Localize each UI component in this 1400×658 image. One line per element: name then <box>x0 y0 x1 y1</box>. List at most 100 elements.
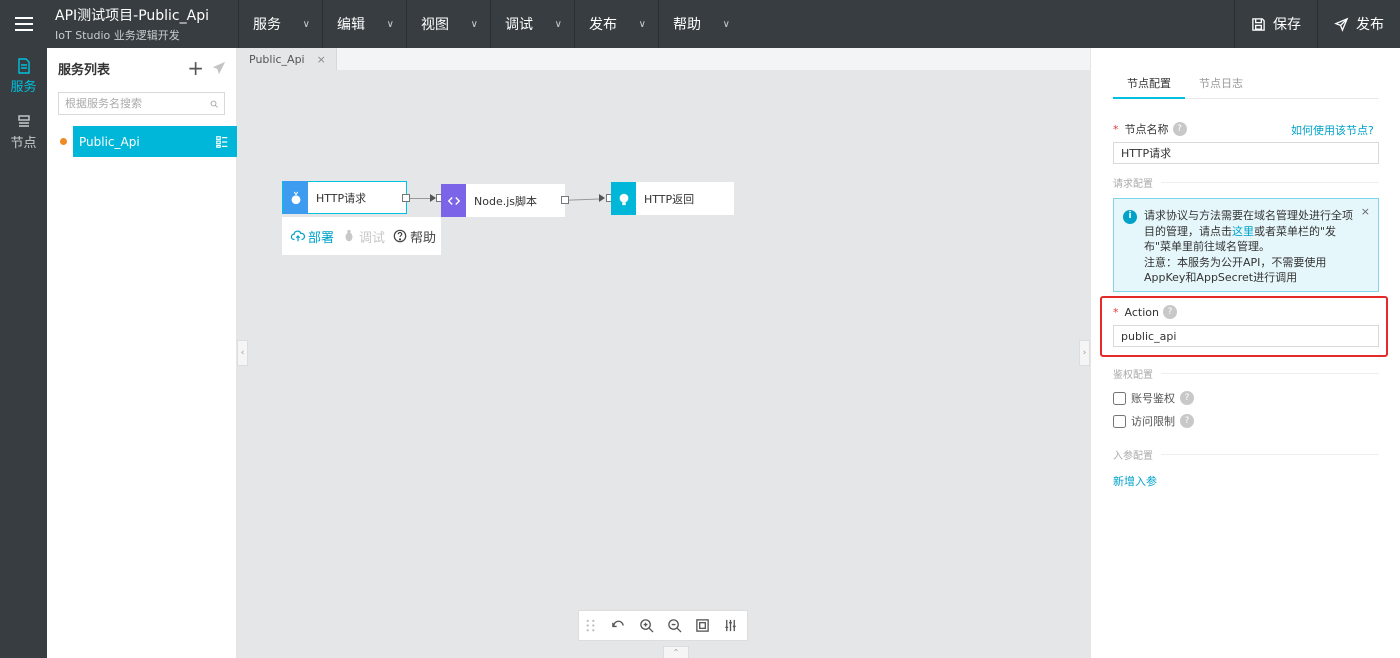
chevron-down-icon: ∨ <box>554 18 562 30</box>
access-limit-checkbox[interactable] <box>1113 414 1126 428</box>
tab-node-config[interactable]: 节点配置 <box>1113 75 1185 99</box>
auth-config-section: 鉴权配置 <box>1113 366 1379 381</box>
help-icon[interactable]: ? <box>1162 305 1177 319</box>
access-limit-row: 访问限制 ? <box>1113 413 1194 429</box>
chevron-down-icon: ∨ <box>470 18 478 30</box>
status-dot <box>60 138 67 145</box>
help-icon[interactable]: ? <box>1172 122 1187 136</box>
flow-edge <box>568 198 604 201</box>
project-brand: API测试项目-Public_Api IoT Studio 业务逻辑开发 <box>48 0 238 48</box>
domain-management-link[interactable]: 这里 <box>1232 225 1254 238</box>
required-asterisk: * <box>1113 122 1119 136</box>
output-port[interactable] <box>561 196 569 204</box>
help-icon[interactable]: ? <box>1180 414 1194 428</box>
canvas-tab-bar: Public_Api × <box>237 48 1090 70</box>
deploy-button[interactable]: 部署 <box>291 227 334 246</box>
service-search-input[interactable] <box>65 97 210 110</box>
publish-button[interactable]: 发布 <box>1317 0 1400 48</box>
send-icon <box>1334 17 1349 32</box>
canvas-zoom-toolbar <box>578 610 748 641</box>
help-button[interactable]: 帮助 <box>393 227 436 246</box>
collapse-bottom-handle[interactable]: ⌃ <box>663 646 689 658</box>
close-icon[interactable]: × <box>1361 204 1370 220</box>
settings-sliders-icon[interactable] <box>723 618 738 633</box>
service-list-item: Public_Api <box>47 126 237 157</box>
node-name-input[interactable] <box>1113 142 1379 164</box>
flow-node-http-response[interactable]: HTTP返回 <box>611 182 734 215</box>
account-auth-checkbox[interactable] <box>1113 391 1126 405</box>
menu-bar: 服务 ∨ 编辑 ∨ 视图 ∨ 调试 ∨ 发布 ∨ 帮助 ∨ <box>238 0 742 48</box>
flow-node-nodejs-script[interactable]: Node.js脚本 <box>441 184 565 217</box>
chevron-down-icon: ∨ <box>386 18 394 30</box>
save-button[interactable]: 保存 <box>1234 0 1317 48</box>
project-subtitle: IoT Studio 业务逻辑开发 <box>55 29 180 42</box>
action-input[interactable] <box>1113 325 1379 347</box>
fit-view-icon[interactable] <box>695 618 710 633</box>
search-icon[interactable] <box>210 98 218 110</box>
help-icon[interactable]: ? <box>1180 391 1194 405</box>
tab-public-api[interactable]: Public_Api × <box>237 48 337 70</box>
required-asterisk: * <box>1113 305 1119 319</box>
undo-icon[interactable] <box>611 618 626 633</box>
output-port[interactable] <box>402 194 410 202</box>
menu-publish[interactable]: 发布 ∨ <box>574 0 658 48</box>
question-circle-icon <box>393 229 407 243</box>
list-detail-icon[interactable] <box>215 135 229 149</box>
node-label: Node.js脚本 <box>474 194 537 208</box>
menu-service[interactable]: 服务 ∨ <box>238 0 322 48</box>
left-rail: 服务 节点 <box>0 48 47 658</box>
hamburger-menu-icon[interactable] <box>0 0 48 48</box>
menu-edit[interactable]: 编辑 ∨ <box>322 0 406 48</box>
zoom-in-icon[interactable] <box>639 618 654 633</box>
input-params-section: 入参配置 <box>1113 447 1379 462</box>
service-item-public-api[interactable]: Public_Api <box>73 126 237 157</box>
rail-item-node[interactable]: 节点 <box>0 104 47 160</box>
project-title: API测试项目-Public_Api <box>55 8 209 24</box>
tab-node-log[interactable]: 节点日志 <box>1185 75 1257 99</box>
add-input-param-link[interactable]: 新增入参 <box>1113 473 1157 489</box>
top-actions: 保存 发布 <box>1234 0 1400 48</box>
cloud-upload-icon <box>291 230 305 242</box>
menu-help[interactable]: 帮助 ∨ <box>658 0 742 48</box>
send-icon[interactable] <box>212 61 226 75</box>
http-response-icon <box>611 182 636 215</box>
request-config-section: 请求配置 <box>1113 175 1379 190</box>
rail-item-service[interactable]: 服务 <box>0 48 47 104</box>
node-config-panel: 节点配置 节点日志 * 节点名称 ? 如何使用该节点? 请求配置 i × 请求协… <box>1090 48 1400 658</box>
document-icon <box>17 57 30 74</box>
service-list-header: 服务列表 + <box>47 48 236 88</box>
how-to-use-link[interactable]: 如何使用该节点? <box>1291 122 1374 138</box>
notice-text: 请求协议与方法需要在域名管理处进行全项目的管理，请点击这里或者菜单栏的"发布"菜… <box>1144 209 1353 253</box>
bug-icon <box>345 229 353 242</box>
node-label: HTTP返回 <box>644 192 695 206</box>
edge-arrow <box>599 194 605 202</box>
drag-handle-icon[interactable] <box>583 618 598 633</box>
collapse-right-handle[interactable]: › <box>1079 340 1090 366</box>
flow-canvas[interactable]: Public_Api × ‹ › HTTP请求 Node.js脚本 HTTP返回 <box>237 48 1090 658</box>
zoom-out-icon[interactable] <box>667 618 682 633</box>
service-list-panel: 服务列表 + Public_Api <box>47 48 237 658</box>
action-label: Action <box>1124 305 1159 319</box>
http-request-icon <box>283 181 308 214</box>
debug-button[interactable]: 调试 <box>342 227 385 246</box>
add-service-icon[interactable]: + <box>187 56 204 80</box>
service-list-title: 服务列表 <box>58 62 111 78</box>
account-auth-row: 账号鉴权 ? <box>1113 390 1194 406</box>
save-icon <box>1252 17 1265 31</box>
menu-view[interactable]: 视图 ∨ <box>406 0 490 48</box>
node-list-icon <box>17 114 30 127</box>
chevron-down-icon: ∨ <box>722 18 730 30</box>
code-icon <box>441 184 466 217</box>
top-bar: API测试项目-Public_Api IoT Studio 业务逻辑开发 服务 ∨… <box>0 0 1400 48</box>
collapse-left-handle[interactable]: ‹ <box>237 340 248 366</box>
chevron-down-icon: ∨ <box>638 18 646 30</box>
close-tab-icon[interactable]: × <box>317 53 326 66</box>
node-label: HTTP请求 <box>316 191 367 205</box>
node-name-label: 节点名称 <box>1124 123 1169 136</box>
flow-node-http-request[interactable]: HTTP请求 <box>282 181 407 214</box>
node-toolbar: 部署 调试 帮助 <box>282 217 441 255</box>
config-tabs: 节点配置 节点日志 <box>1113 75 1379 99</box>
notice-note: 注意：本服务为公开API，不需要使用AppKey和AppSecret进行调用 <box>1144 255 1327 285</box>
action-label-row: * Action ? <box>1113 305 1177 319</box>
menu-debug[interactable]: 调试 ∨ <box>490 0 574 48</box>
